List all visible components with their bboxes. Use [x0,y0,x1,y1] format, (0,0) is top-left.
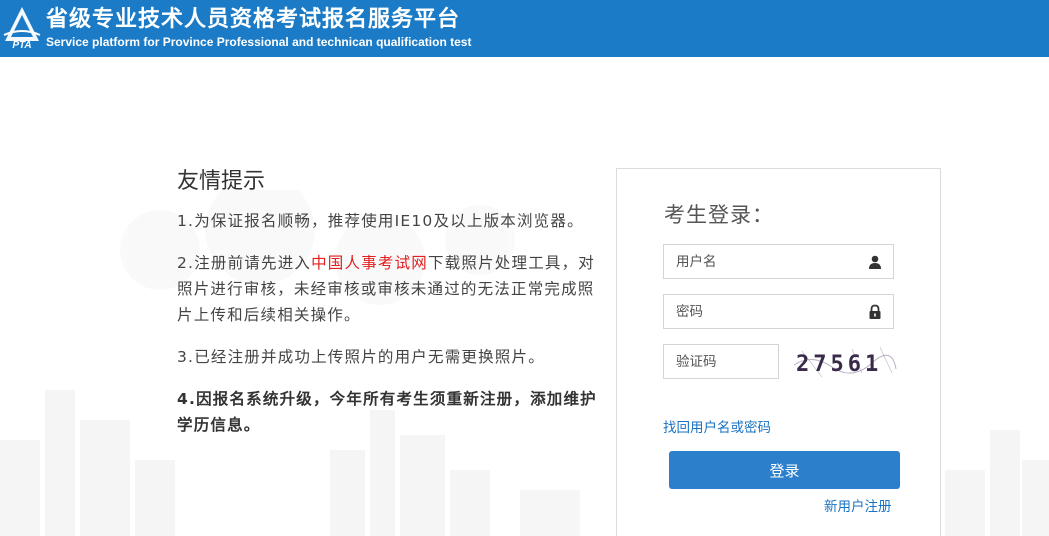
site-subtitle: Service platform for Province Profession… [46,35,472,49]
login-button[interactable]: 登录 [669,451,900,489]
tips-title: 友情提示 [177,169,266,194]
password-field [663,294,894,329]
tip-photo-text-before: 2.注册前请先进入 [177,254,312,272]
username-input[interactable] [664,245,893,278]
tip-browser: 1.为保证报名顺畅，推荐使用IE10及以上版本浏览器。 [177,212,584,230]
captcha-image[interactable]: 27561 [792,343,898,383]
tip-upgrade: 4.因报名系统升级，今年所有考生须重新注册，添加维护学历信息。 [177,390,597,434]
site-title: 省级专业技术人员资格考试报名服务平台 [46,7,461,32]
user-icon [869,255,881,269]
cpta-link[interactable]: 中国人事考试网 [311,254,428,272]
login-title: 考生登录： [664,203,774,227]
captcha-field [663,344,779,379]
pta-logo: PTA [3,7,41,49]
svg-text:27561: 27561 [796,352,882,377]
password-input[interactable] [664,295,893,328]
tips-panel: 友情提示 1.为保证报名顺畅，推荐使用IE10及以上版本浏览器。 2.注册前请先… [177,166,597,454]
svg-text:PTA: PTA [12,40,31,49]
captcha-input[interactable] [664,345,778,378]
lock-icon [869,304,881,319]
username-field [663,244,894,279]
header-bar: PTA 省级专业技术人员资格考试报名服务平台 Service platform … [0,0,1049,57]
tip-registered: 3.已经注册并成功上传照片的用户无需更换照片。 [177,348,545,366]
forgot-credentials-link[interactable]: 找回用户名或密码 [663,416,771,436]
tip-photo: 2.注册前请先进入中国人事考试网下载照片处理工具，对照片进行审核，未经审核或审核… [177,250,597,328]
register-link[interactable]: 新用户注册 [824,495,892,515]
login-panel: 考生登录： 27561 找回用户名或密码 登录 新用户注册 [616,168,941,536]
